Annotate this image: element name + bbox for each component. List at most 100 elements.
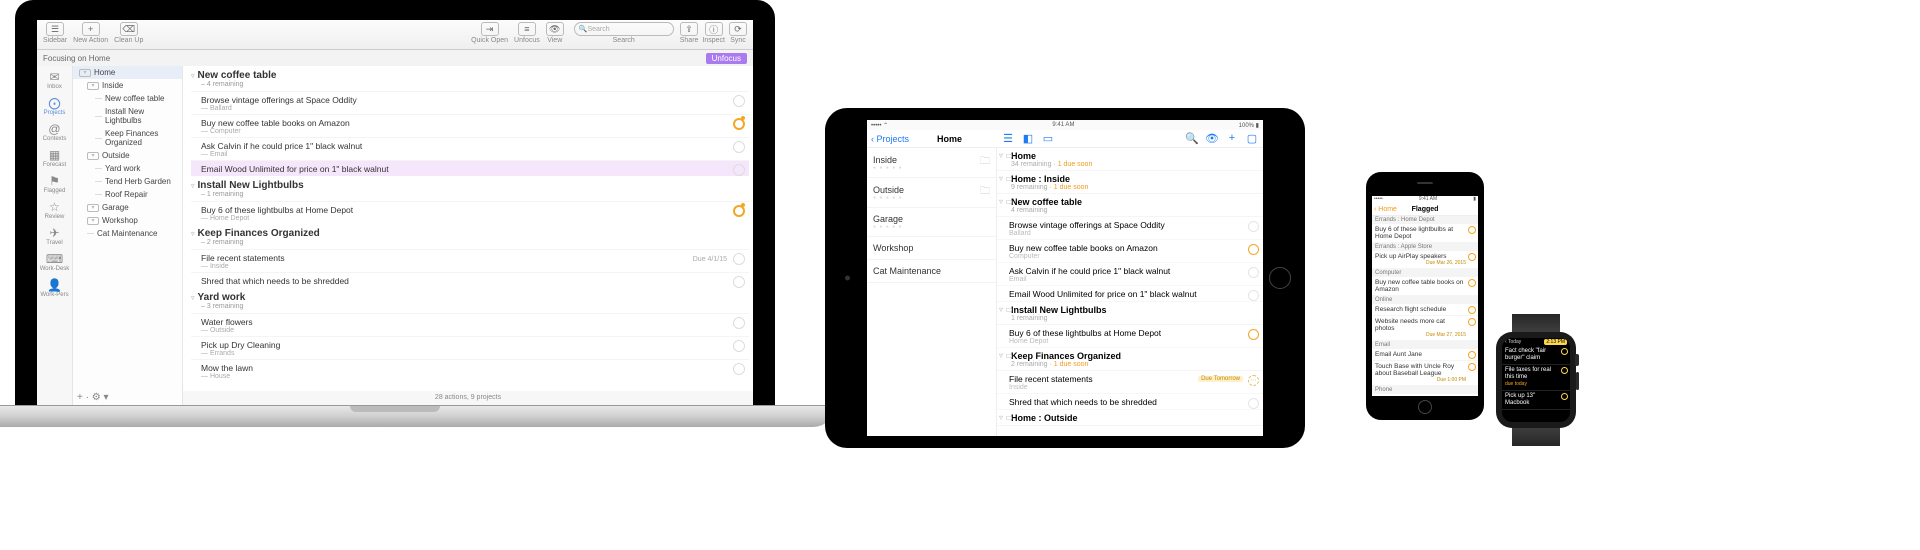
group-header[interactable]: ▿ ▭Home : Inside9 remaining · 1 due soon bbox=[997, 171, 1263, 194]
sidebar-item[interactable]: —Keep Finances Organized bbox=[73, 127, 182, 149]
sidebar-item[interactable]: Workshop bbox=[867, 237, 996, 260]
toolbar-view[interactable]: 👁 View bbox=[546, 22, 564, 44]
checkbox-icon[interactable] bbox=[1468, 279, 1476, 287]
checkbox-icon[interactable] bbox=[1561, 393, 1568, 400]
info-icon[interactable]: ⓘ bbox=[705, 22, 723, 36]
checkbox-icon[interactable] bbox=[733, 317, 745, 329]
checkbox-icon[interactable] bbox=[1468, 363, 1476, 371]
sidebar-item[interactable]: Garage● ● ● ● ● bbox=[867, 208, 996, 237]
sidebar-item[interactable]: —New coffee table bbox=[73, 92, 182, 105]
task-row[interactable]: Shred that which needs to be shredded bbox=[191, 272, 749, 288]
task-row[interactable]: Pick up Dry Cleaning— Errands bbox=[191, 336, 749, 359]
task-row[interactable]: Pick up AirPlay speakersDue Mar 26, 2015 bbox=[1372, 251, 1478, 269]
broom-icon[interactable]: ⌫ bbox=[120, 22, 138, 36]
task-row[interactable]: Email Wood Unlimited for price on 1" bla… bbox=[191, 160, 749, 176]
back-button[interactable]: ‹ Projects bbox=[871, 134, 909, 144]
checkbox-icon[interactable] bbox=[1561, 367, 1568, 374]
rail-work-desk[interactable]: ⌨Work-Desk bbox=[40, 252, 70, 272]
group-header[interactable]: ▿ ▭Install New Lightbulbs1 remaining bbox=[997, 302, 1263, 325]
sidebar-item[interactable]: —Yard work bbox=[73, 162, 182, 175]
flag-icon[interactable]: ▭ bbox=[1041, 132, 1055, 145]
sidebar-item[interactable]: ▾Outside bbox=[73, 149, 182, 162]
project-heading[interactable]: ▿New coffee table bbox=[191, 70, 749, 81]
task-row[interactable]: Touch Base with Uncle Roy about Baseball… bbox=[1372, 361, 1478, 386]
disclosure-icon[interactable]: ▿ bbox=[191, 72, 195, 80]
rail-inbox[interactable]: ✉Inbox bbox=[40, 70, 70, 90]
sidebar-item[interactable]: —Roof Repair bbox=[73, 188, 182, 201]
rail-review[interactable]: ☆Review bbox=[40, 200, 70, 220]
add-icon[interactable]: + bbox=[1225, 132, 1239, 145]
toolbar-share[interactable]: ⇪ Share bbox=[680, 22, 699, 44]
group-header[interactable]: ▿ ▭Keep Finances Organized2 remaining · … bbox=[997, 348, 1263, 371]
task-row[interactable]: Buy new coffee table books on AmazonComp… bbox=[997, 240, 1263, 263]
sync-icon[interactable]: ⟳ bbox=[729, 22, 747, 36]
sidebar-item[interactable]: ▾Workshop bbox=[73, 214, 182, 227]
unfocus-button[interactable]: Unfocus bbox=[706, 53, 747, 64]
rail-forecast[interactable]: ▦Forecast bbox=[40, 148, 70, 168]
rail-travel[interactable]: ✈Travel bbox=[40, 226, 70, 246]
sidebar-item[interactable]: ▾Inside bbox=[73, 79, 182, 92]
disclosure-icon[interactable]: ▿ bbox=[191, 294, 195, 302]
checkbox-icon[interactable] bbox=[1468, 318, 1476, 326]
sidebar-item[interactable]: Inside● ● ● ● ●🗀 bbox=[867, 148, 996, 178]
disclosure-icon[interactable]: ▿ ▭ bbox=[999, 305, 1013, 314]
checkbox-icon[interactable] bbox=[1561, 348, 1568, 355]
checkbox-icon[interactable] bbox=[733, 141, 745, 153]
toolbar-cleanup[interactable]: ⌫ Clean Up bbox=[114, 22, 143, 44]
task-row[interactable]: Buy 6 of these lightbulbs at Home Depot—… bbox=[191, 201, 749, 224]
sidebar-item[interactable]: ▾Home bbox=[73, 66, 182, 79]
checkbox-icon[interactable] bbox=[1468, 306, 1476, 314]
task-row[interactable]: Pick up 13" Macbook bbox=[1502, 391, 1570, 410]
checkbox-icon[interactable] bbox=[1248, 329, 1259, 340]
task-row[interactable]: Buy new coffee table books on Amazon bbox=[1372, 277, 1478, 296]
toolbar-search[interactable]: 🔍 Search Search bbox=[574, 22, 674, 44]
disclosure-icon[interactable]: ▿ ▭ bbox=[999, 151, 1013, 160]
checkbox-icon[interactable] bbox=[733, 95, 745, 107]
sidebar-item[interactable]: —Cat Maintenance bbox=[73, 227, 182, 240]
checkbox-icon[interactable] bbox=[1468, 226, 1476, 234]
plus-icon[interactable]: + bbox=[82, 22, 100, 36]
sidebar-item[interactable]: Cat Maintenance bbox=[867, 260, 996, 283]
project-heading[interactable]: ▿Yard work bbox=[191, 292, 749, 303]
side-button[interactable] bbox=[1576, 372, 1579, 390]
group-header[interactable]: ▿ ▭New coffee table4 remaining bbox=[997, 194, 1263, 217]
task-row[interactable]: Buy new coffee table books on Amazon— Co… bbox=[191, 114, 749, 137]
task-row[interactable]: Shred that which needs to be shredded bbox=[997, 394, 1263, 410]
sidebar-item[interactable]: ▾Garage bbox=[73, 201, 182, 214]
context-icon[interactable]: ◧ bbox=[1021, 132, 1035, 145]
eye-icon[interactable]: 👁 bbox=[1205, 132, 1219, 145]
task-row[interactable]: Ask Calvin if he could price 1" black wa… bbox=[191, 137, 749, 160]
task-row[interactable]: Mow the lawn— House bbox=[191, 359, 749, 382]
task-row[interactable]: Website needs more cat photosDue Mar 27,… bbox=[1372, 316, 1478, 341]
checkbox-icon[interactable] bbox=[1248, 267, 1259, 278]
toolbar-quickopen[interactable]: ⇥ Quick Open bbox=[471, 22, 508, 44]
task-row[interactable]: File recent statements— InsideDue 4/1/15 bbox=[191, 249, 749, 272]
home-button[interactable] bbox=[1418, 400, 1432, 414]
task-row[interactable]: Buy 6 of these lightbulbs at Home DepotH… bbox=[997, 325, 1263, 348]
digital-crown[interactable] bbox=[1575, 354, 1579, 366]
share-icon[interactable]: ⇪ bbox=[680, 22, 698, 36]
task-row[interactable]: Browse vintage offerings at Space Oddity… bbox=[191, 91, 749, 114]
checkbox-icon[interactable] bbox=[733, 164, 745, 176]
toolbar-inspect[interactable]: ⓘ Inspect bbox=[702, 22, 725, 44]
search-icon[interactable]: 🔍 bbox=[1185, 132, 1199, 145]
unfocus-icon[interactable]: ≡ bbox=[518, 22, 536, 36]
quickopen-icon[interactable]: ⇥ bbox=[481, 22, 499, 36]
checkbox-icon[interactable] bbox=[1248, 244, 1259, 255]
task-row[interactable]: Research flight schedule bbox=[1372, 304, 1478, 316]
task-row[interactable]: Email Wood Unlimited for price on 1" bla… bbox=[997, 286, 1263, 302]
disclosure-icon[interactable]: ▿ bbox=[191, 230, 195, 238]
tag-icon[interactable]: ▢ bbox=[1245, 132, 1259, 145]
rail-flagged[interactable]: ⚑Flagged bbox=[40, 174, 70, 194]
checkbox-icon[interactable] bbox=[733, 340, 745, 352]
sidebar-item[interactable]: —Install New Lightbulbs bbox=[73, 105, 182, 127]
project-heading[interactable]: ▿Install New Lightbulbs bbox=[191, 180, 749, 191]
disclosure-icon[interactable]: ▿ ▭ bbox=[999, 197, 1013, 206]
checkbox-icon[interactable] bbox=[1248, 221, 1259, 232]
rail-projects[interactable]: ⨀Projects bbox=[40, 96, 70, 116]
checkbox-icon[interactable] bbox=[1468, 253, 1476, 261]
back-button[interactable]: ‹ Today bbox=[1505, 339, 1521, 345]
task-row[interactable]: Call Mom & Dad bbox=[1372, 394, 1478, 396]
search-input[interactable]: 🔍 Search bbox=[574, 22, 674, 36]
project-heading[interactable]: ▿Keep Finances Organized bbox=[191, 228, 749, 239]
